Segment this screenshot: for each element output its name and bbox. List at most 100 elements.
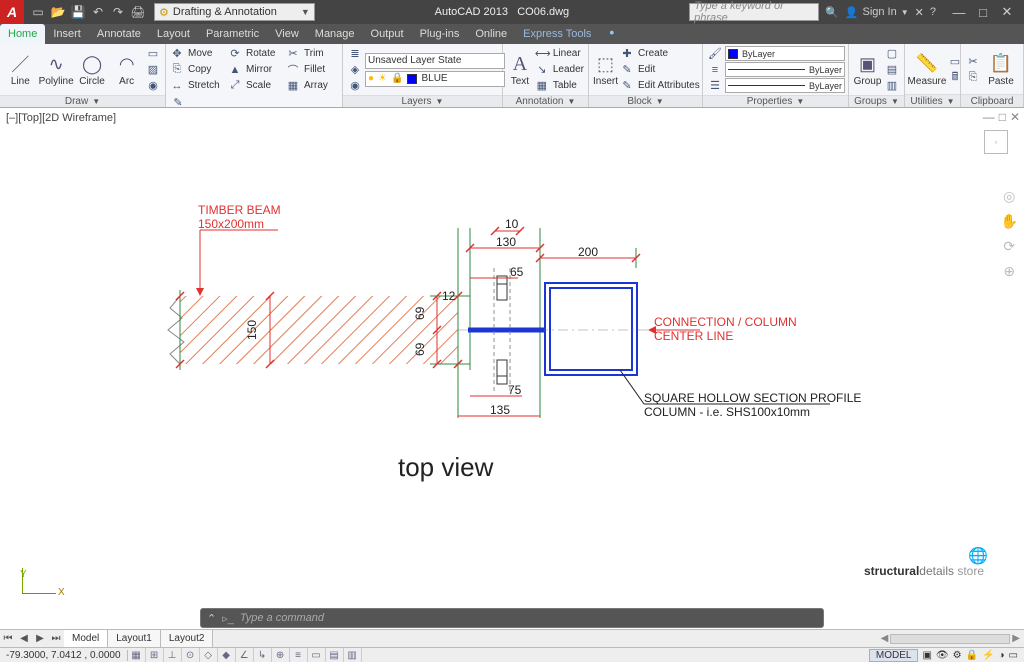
lineweight-dropdown[interactable]: ByLayer <box>725 62 845 77</box>
layout-tab-model[interactable]: Model <box>64 630 108 647</box>
snap-toggle[interactable]: ▦ <box>128 648 146 662</box>
drawing-area[interactable]: [–][Top][2D Wireframe] — □ ✕ ▫ ◎ ✋ ⟳ ⊕ <box>0 108 1024 628</box>
polar-toggle[interactable]: ⊙ <box>182 648 200 662</box>
layer-state-dropdown[interactable]: Unsaved Layer State <box>365 53 505 69</box>
polyline-button[interactable]: ∿Polyline <box>39 47 74 93</box>
rectangle-icon[interactable]: ▭ <box>145 46 161 61</box>
insert-block-button[interactable]: ⬚Insert <box>593 47 618 93</box>
measure-button[interactable]: 📏Measure <box>909 46 945 92</box>
help-icon[interactable]: ? <box>930 6 936 18</box>
group-bbox-icon[interactable]: ▥ <box>884 78 900 93</box>
tab-parametric[interactable]: Parametric <box>198 24 267 44</box>
cmd-run-icon[interactable]: ▹_ <box>222 612 234 625</box>
tab-annotate[interactable]: Annotate <box>89 24 149 44</box>
hatch-icon[interactable]: ▨ <box>145 62 161 77</box>
hscroll-right-icon[interactable]: ▶ <box>1012 633 1020 644</box>
maximize-button[interactable]: □ <box>972 3 994 21</box>
group-edit-icon[interactable]: ▤ <box>884 62 900 77</box>
sc-toggle[interactable]: ▥ <box>344 648 362 662</box>
paste-button[interactable]: 📋Paste <box>983 46 1019 92</box>
workspace-dropdown[interactable]: ⚙ Drafting & Annotation ▼ <box>154 3 315 21</box>
close-button[interactable]: ✕ <box>996 3 1018 21</box>
hscroll-left-icon[interactable]: ◀ <box>881 633 889 644</box>
tab-plugins[interactable]: Plug-ins <box>412 24 468 44</box>
grid-toggle[interactable]: ⊞ <box>146 648 164 662</box>
isolate-icon[interactable]: ◑ <box>999 650 1005 661</box>
circle-button[interactable]: ◯Circle <box>76 47 109 93</box>
tpy-toggle[interactable]: ▭ <box>308 648 326 662</box>
leader-button[interactable]: ↘Leader <box>535 62 584 77</box>
otrack-toggle[interactable]: ∠ <box>236 648 254 662</box>
ducs-toggle[interactable]: ↳ <box>254 648 272 662</box>
ortho-toggle[interactable]: ⊥ <box>164 648 182 662</box>
layer-properties-icon[interactable]: ≣ <box>347 46 363 61</box>
layer-current-dropdown[interactable]: ● ☀ 🔒 BLUE <box>365 71 505 87</box>
move-button[interactable]: ✥Move <box>170 46 226 61</box>
tab-home[interactable]: Home <box>0 24 45 44</box>
layer-states-icon[interactable]: ◈ <box>347 62 363 77</box>
stretch-button[interactable]: ↔Stretch <box>170 78 226 93</box>
dyn-toggle[interactable]: ⊕ <box>272 648 290 662</box>
tab-insert[interactable]: Insert <box>45 24 89 44</box>
tab-view[interactable]: View <box>267 24 307 44</box>
osnap-toggle[interactable]: ◇ <box>200 648 218 662</box>
tab-last-icon[interactable]: ⏭ <box>48 633 64 644</box>
array-button[interactable]: ▦Array <box>286 78 338 93</box>
props2-icon[interactable]: ≡ <box>707 62 723 77</box>
copy-button[interactable]: ⎘Copy <box>170 62 226 77</box>
coordinates-readout[interactable]: -79.3000, 7.0412 , 0.0000 <box>0 650 128 661</box>
tab-first-icon[interactable]: ⏮ <box>0 633 16 644</box>
ungroup-icon[interactable]: ▢ <box>884 46 900 61</box>
edit-block-button[interactable]: ✎Edit <box>620 62 700 77</box>
table-button[interactable]: ▦Table <box>535 78 584 93</box>
3dosnap-toggle[interactable]: ◆ <box>218 648 236 662</box>
model-space-button[interactable]: MODEL <box>869 649 919 662</box>
rotate-button[interactable]: ⟳Rotate <box>228 46 284 61</box>
tab-prev-icon[interactable]: ◀ <box>16 633 32 644</box>
cmd-history-icon[interactable]: ⌃ <box>207 612 216 625</box>
clean-screen-icon[interactable]: ▭ <box>1009 650 1018 661</box>
dim-linear-button[interactable]: ⟷Linear <box>535 46 584 61</box>
tab-next-icon[interactable]: ▶ <box>32 633 48 644</box>
app-logo[interactable]: A <box>0 0 24 24</box>
tab-online[interactable]: Online <box>467 24 515 44</box>
print-icon[interactable]: 🖨 <box>130 4 146 20</box>
group-button[interactable]: ▣Group <box>853 47 882 93</box>
lwt-toggle[interactable]: ≡ <box>290 648 308 662</box>
lock-ui-icon[interactable]: 🔒 <box>966 650 978 661</box>
workspace-switch-icon[interactable]: ⚙ <box>953 650 962 661</box>
annovis-icon[interactable]: 👁 <box>936 650 949 661</box>
mirror-button[interactable]: ▲Mirror <box>228 62 284 77</box>
scale-button[interactable]: ⤢Scale <box>228 78 284 93</box>
annoscale-icon[interactable]: ▣ <box>922 650 931 661</box>
text-button[interactable]: AText <box>507 47 533 93</box>
redo-icon[interactable]: ↷ <box>110 4 126 20</box>
qp-toggle[interactable]: ▤ <box>326 648 344 662</box>
tab-layout[interactable]: Layout <box>149 24 198 44</box>
layer-iso-icon[interactable]: ◉ <box>347 78 363 93</box>
open-icon[interactable]: 📂 <box>50 4 66 20</box>
trim-button[interactable]: ✂Trim <box>286 46 338 61</box>
edit-attributes-button[interactable]: ✎Edit Attributes <box>620 78 700 93</box>
undo-icon[interactable]: ↶ <box>90 4 106 20</box>
tab-manage[interactable]: Manage <box>307 24 363 44</box>
new-icon[interactable]: ▭ <box>30 4 46 20</box>
cut-icon[interactable]: ✂ <box>965 54 981 69</box>
line-button[interactable]: ／Line <box>4 47 37 93</box>
ellipse-icon[interactable]: ◉ <box>145 78 161 93</box>
fillet-button[interactable]: ⌒Fillet <box>286 62 338 77</box>
minimize-button[interactable]: — <box>948 3 970 21</box>
tab-focus-icon[interactable]: • <box>605 24 618 44</box>
hardware-accel-icon[interactable]: ⚡ <box>982 650 994 661</box>
help-search-input[interactable]: Type a keyword or phrase <box>689 3 819 21</box>
tab-express-tools[interactable]: Express Tools <box>515 24 599 44</box>
arc-button[interactable]: ◠Arc <box>110 47 143 93</box>
color-dropdown[interactable]: ByLayer <box>725 46 845 61</box>
layout-tab-layout2[interactable]: Layout2 <box>161 630 214 647</box>
search-icon[interactable]: 🔍 <box>825 6 839 19</box>
save-icon[interactable]: 💾 <box>70 4 86 20</box>
copy-clip-icon[interactable]: ⎘ <box>965 70 981 85</box>
command-line[interactable]: ⌃ ▹_ Type a command <box>200 608 824 628</box>
hscrollbar[interactable] <box>890 634 1010 644</box>
match-props-icon[interactable]: 🖌 <box>707 46 723 61</box>
